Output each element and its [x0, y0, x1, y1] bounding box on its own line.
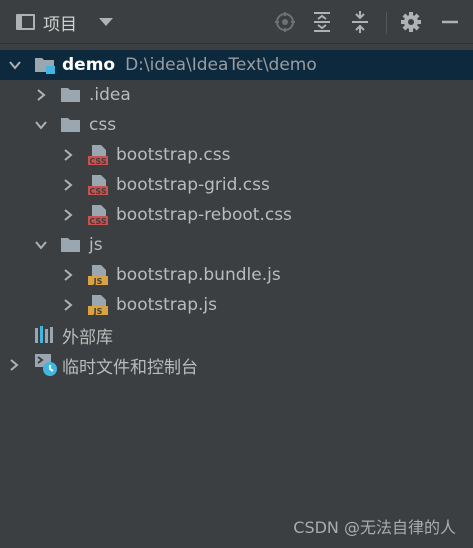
chevron-down-icon[interactable]: [35, 239, 47, 251]
panel-title: 项目: [43, 14, 77, 35]
folder-icon: [60, 115, 82, 135]
project-view-selector[interactable]: 项目: [16, 10, 113, 35]
tree-row-idea[interactable]: .idea: [0, 80, 473, 110]
chevron-right-icon[interactable]: [62, 179, 74, 191]
chevron-right-icon[interactable]: [62, 299, 74, 311]
svg-text:JS: JS: [93, 277, 103, 286]
root-path: D:\idea\IdeaText\demo: [125, 55, 317, 75]
tree-row-file[interactable]: JS bootstrap.bundle.js: [0, 260, 473, 290]
chevron-right-icon[interactable]: [62, 149, 74, 161]
tree-row-css[interactable]: css: [0, 110, 473, 140]
tree-row-external-libraries[interactable]: 外部库: [0, 320, 473, 350]
chevron-right-icon[interactable]: [8, 359, 20, 371]
tree-item-label: js: [89, 235, 103, 255]
css-file-icon: CSS: [87, 204, 109, 226]
watermark-text: CSDN @无法自律的人: [293, 518, 456, 537]
tree-item-label: bootstrap-reboot.css: [116, 205, 292, 225]
chevron-down-icon[interactable]: [99, 18, 113, 26]
chevron-right-icon[interactable]: [35, 89, 47, 101]
tree-item-label: 外部库: [62, 327, 113, 348]
library-icon: [34, 325, 56, 345]
svg-text:CSS: CSS: [89, 157, 106, 166]
root-label: demo D:\idea\IdeaText\demo: [62, 55, 317, 75]
folder-icon: [60, 85, 82, 105]
tree-item-label: bootstrap.bundle.js: [116, 265, 281, 285]
tree-row-file[interactable]: JS bootstrap.js: [0, 290, 473, 320]
folder-icon: [60, 235, 82, 255]
chevron-down-icon[interactable]: [9, 59, 21, 71]
svg-text:CSS: CSS: [89, 187, 106, 196]
gear-icon[interactable]: [399, 10, 423, 34]
svg-text:CSS: CSS: [89, 217, 106, 226]
collapse-all-icon[interactable]: [348, 10, 372, 34]
tree-item-label: css: [89, 115, 117, 135]
tree-item-label: bootstrap.js: [116, 295, 217, 315]
tree-row-scratches[interactable]: 临时文件和控制台: [0, 350, 473, 380]
tree-row-file[interactable]: CSS bootstrap.css: [0, 140, 473, 170]
js-file-icon: JS: [87, 264, 109, 286]
project-window-icon: [16, 14, 35, 30]
css-file-icon: CSS: [87, 144, 109, 166]
js-file-icon: JS: [87, 294, 109, 316]
expand-all-icon[interactable]: [310, 10, 334, 34]
tree-row-js[interactable]: js: [0, 230, 473, 260]
module-folder-icon: [34, 55, 56, 75]
chevron-right-icon[interactable]: [62, 209, 74, 221]
project-toolbar: 项目: [0, 0, 473, 44]
tree-row-file[interactable]: CSS bootstrap-grid.css: [0, 170, 473, 200]
locate-target-icon[interactable]: [273, 10, 297, 34]
tree-row-file[interactable]: CSS bootstrap-reboot.css: [0, 200, 473, 230]
tree-item-label: 临时文件和控制台: [62, 357, 198, 378]
tree-item-label: .idea: [89, 85, 131, 105]
tree-item-label: bootstrap.css: [116, 145, 231, 165]
chevron-right-icon[interactable]: [62, 269, 74, 281]
chevron-down-icon[interactable]: [35, 119, 47, 131]
hide-icon[interactable]: [438, 10, 462, 34]
toolbar-separator: [386, 12, 387, 34]
tree-row-root[interactable]: demo D:\idea\IdeaText\demo: [0, 50, 473, 80]
tree-item-label: bootstrap-grid.css: [116, 175, 270, 195]
css-file-icon: CSS: [87, 174, 109, 196]
svg-text:JS: JS: [93, 307, 103, 316]
scratches-console-icon: [34, 353, 57, 376]
